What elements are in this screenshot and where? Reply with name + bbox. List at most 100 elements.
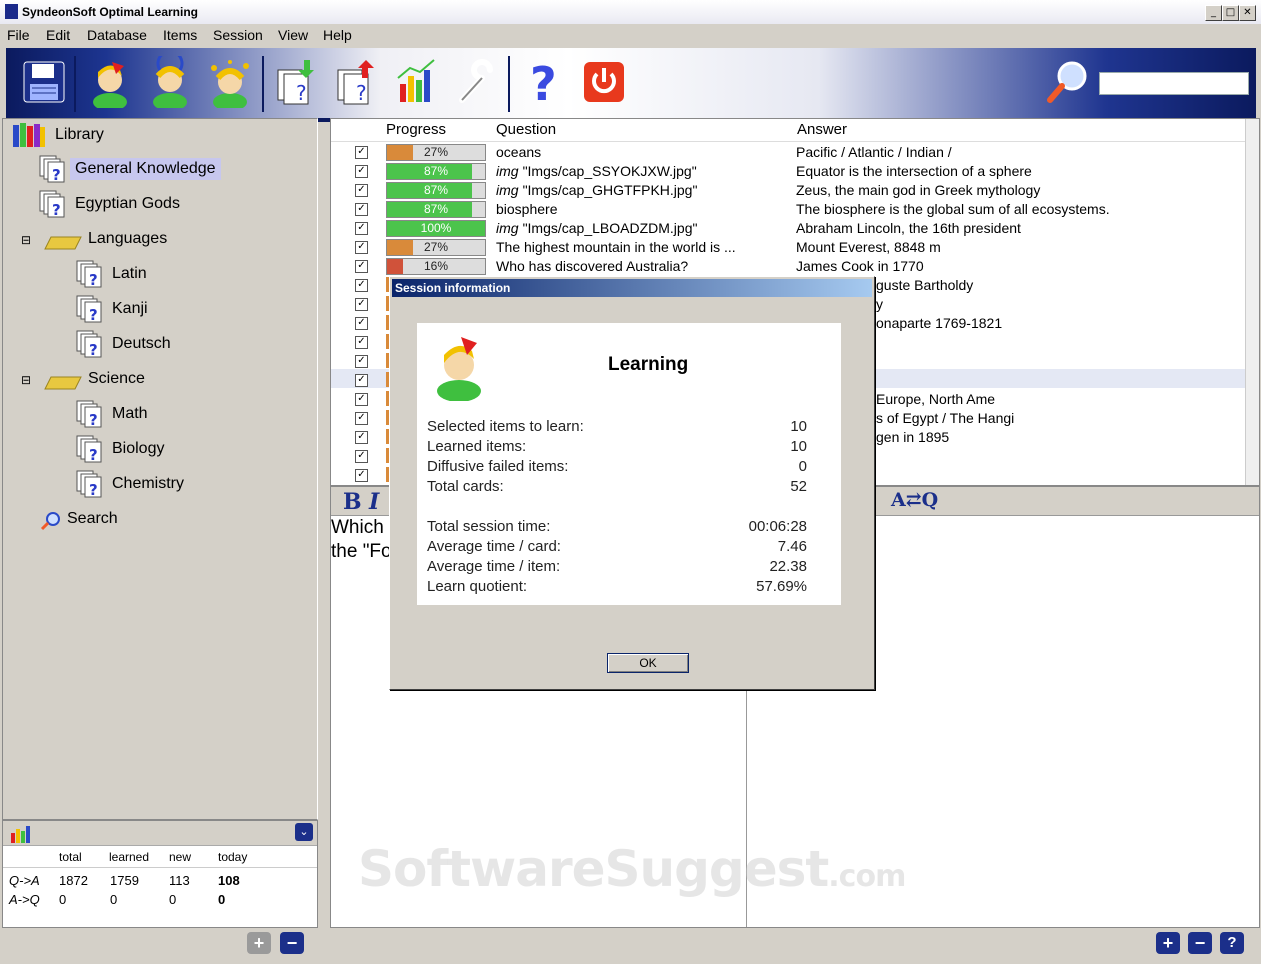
ok-button[interactable]: OK: [607, 653, 689, 673]
swap-question-answer-button[interactable]: A⇄Q: [891, 489, 938, 511]
settings-icon[interactable]: [452, 56, 500, 108]
column-progress[interactable]: Progress: [386, 121, 446, 138]
row-checkbox[interactable]: ✓: [355, 393, 368, 406]
row-checkbox[interactable]: ✓: [355, 298, 368, 311]
tree-item-kanji[interactable]: Kanji: [112, 300, 148, 318]
tree-root-library[interactable]: Library: [55, 126, 104, 144]
question-cell[interactable]: oceans: [496, 144, 541, 160]
row-checkbox[interactable]: ✓: [355, 317, 368, 330]
tree-item-general-knowledge[interactable]: General Knowledge: [70, 158, 221, 180]
row-checkbox[interactable]: ✓: [355, 165, 368, 178]
answer-cell[interactable]: The biosphere is the global sum of all e…: [796, 201, 1110, 217]
tree-item-math[interactable]: Math: [112, 405, 148, 423]
menu-edit[interactable]: Edit: [46, 27, 70, 43]
statistics-icon[interactable]: [392, 56, 440, 108]
menu-database[interactable]: Database: [87, 27, 147, 43]
menu-view[interactable]: View: [278, 27, 308, 43]
collapse-icon[interactable]: ⊟: [21, 373, 31, 387]
deck-icon: ?: [39, 190, 65, 218]
tree-item-science[interactable]: Science: [88, 370, 145, 388]
learn-icon[interactable]: [86, 56, 134, 108]
export-icon[interactable]: ?: [332, 56, 380, 108]
tree-item-biology[interactable]: Biology: [112, 440, 164, 458]
divider: [3, 867, 317, 868]
italic-button[interactable]: I: [369, 489, 379, 515]
column-answer[interactable]: Answer: [797, 121, 847, 138]
question-text-line-1[interactable]: Which: [331, 517, 384, 539]
stat-label: Total cards:: [427, 478, 504, 495]
menu-session[interactable]: Session: [213, 27, 263, 43]
collapse-icon[interactable]: ⊟: [21, 233, 31, 247]
row-checkbox[interactable]: ✓: [355, 222, 368, 235]
tree-item-search[interactable]: Search: [67, 510, 118, 528]
grid-scrollbar[interactable]: [1245, 119, 1259, 485]
answer-cell[interactable]: Equator is the intersection of a sphere: [796, 163, 1032, 179]
folder-icon: [44, 376, 82, 390]
row-checkbox[interactable]: ✓: [355, 450, 368, 463]
library-tree: Library ? General Knowledge ? Egyptian G…: [2, 118, 318, 820]
tree-item-egyptian-gods[interactable]: Egyptian Gods: [75, 195, 180, 213]
menu-help[interactable]: Help: [323, 27, 352, 43]
question-cell[interactable]: img "Imgs/cap_GHGTFPKH.jpg": [496, 182, 697, 198]
magnifier-icon[interactable]: [1044, 56, 1092, 108]
item-info-button[interactable]: ?: [1220, 932, 1244, 954]
answer-cell[interactable]: Zeus, the main god in Greek mythology: [796, 182, 1040, 198]
row-checkbox[interactable]: ✓: [355, 146, 368, 159]
review-icon[interactable]: [206, 56, 254, 108]
maximize-button[interactable]: □: [1222, 5, 1239, 21]
question-cell[interactable]: img "Imgs/cap_LBOADZDM.jpg": [496, 220, 697, 236]
tree-item-deutsch[interactable]: Deutsch: [112, 335, 171, 353]
question-cell[interactable]: img "Imgs/cap_SSYOKJXW.jpg": [496, 163, 697, 179]
add-item-button[interactable]: +: [1156, 932, 1180, 954]
power-icon[interactable]: [580, 56, 628, 108]
column-question[interactable]: Question: [496, 121, 556, 138]
title-bar: SyndeonSoft Optimal Learning _ □ ✕: [0, 0, 1261, 25]
answer-cell[interactable]: onaparte 1769-1821: [876, 315, 1002, 331]
search-input[interactable]: [1099, 72, 1249, 95]
close-button[interactable]: ✕: [1239, 5, 1256, 21]
image-tag: img: [496, 182, 519, 198]
row-checkbox[interactable]: ✓: [355, 241, 368, 254]
row-checkbox[interactable]: ✓: [355, 469, 368, 482]
answer-cell[interactable]: gen in 1895: [876, 429, 949, 445]
toolbar-separator: [262, 56, 264, 112]
import-icon[interactable]: ?: [272, 56, 320, 108]
question-text-line-2[interactable]: the "Fo: [331, 541, 392, 563]
row-checkbox[interactable]: ✓: [355, 260, 368, 273]
tree-item-chemistry[interactable]: Chemistry: [112, 475, 184, 493]
question-cell[interactable]: The highest mountain in the world is ...: [496, 239, 736, 255]
row-checkbox[interactable]: ✓: [355, 279, 368, 292]
remove-deck-button[interactable]: −: [280, 932, 304, 954]
menu-items[interactable]: Items: [163, 27, 197, 43]
repeat-icon[interactable]: [146, 56, 194, 108]
answer-cell[interactable]: Mount Everest, 8848 m: [796, 239, 941, 255]
bold-button[interactable]: B: [343, 489, 362, 515]
add-deck-button[interactable]: +: [247, 932, 271, 954]
row-checkbox[interactable]: ✓: [355, 374, 368, 387]
tree-item-latin[interactable]: Latin: [112, 265, 147, 283]
row-checkbox[interactable]: ✓: [355, 336, 368, 349]
answer-cell[interactable]: guste Bartholdy: [876, 277, 973, 293]
question-cell[interactable]: Who has discovered Australia?: [496, 258, 688, 274]
collapse-stats-button[interactable]: ⌄: [295, 823, 313, 841]
row-checkbox[interactable]: ✓: [355, 184, 368, 197]
tree-item-languages[interactable]: Languages: [88, 230, 167, 248]
row-checkbox[interactable]: ✓: [355, 412, 368, 425]
minimize-button[interactable]: _: [1205, 5, 1222, 21]
answer-cell[interactable]: James Cook in 1770: [796, 258, 924, 274]
save-icon[interactable]: [20, 56, 68, 108]
answer-cell[interactable]: s of Egypt / The Hangi: [876, 410, 1014, 426]
help-icon[interactable]: ?: [520, 56, 568, 108]
row-checkbox[interactable]: ✓: [355, 355, 368, 368]
row-checkbox[interactable]: ✓: [355, 203, 368, 216]
answer-cell[interactable]: Abraham Lincoln, the 16th president: [796, 220, 1021, 236]
progress-bar: 27%: [386, 144, 486, 161]
answer-cell[interactable]: Pacific / Atlantic / Indian /: [796, 144, 952, 160]
remove-item-button[interactable]: −: [1188, 932, 1212, 954]
progress-bar: 87%: [386, 182, 486, 199]
answer-cell[interactable]: Europe, North Ame: [876, 391, 995, 407]
row-checkbox[interactable]: ✓: [355, 431, 368, 444]
menu-file[interactable]: File: [7, 27, 30, 43]
question-cell[interactable]: biosphere: [496, 201, 558, 217]
answer-cell[interactable]: y: [876, 296, 883, 312]
